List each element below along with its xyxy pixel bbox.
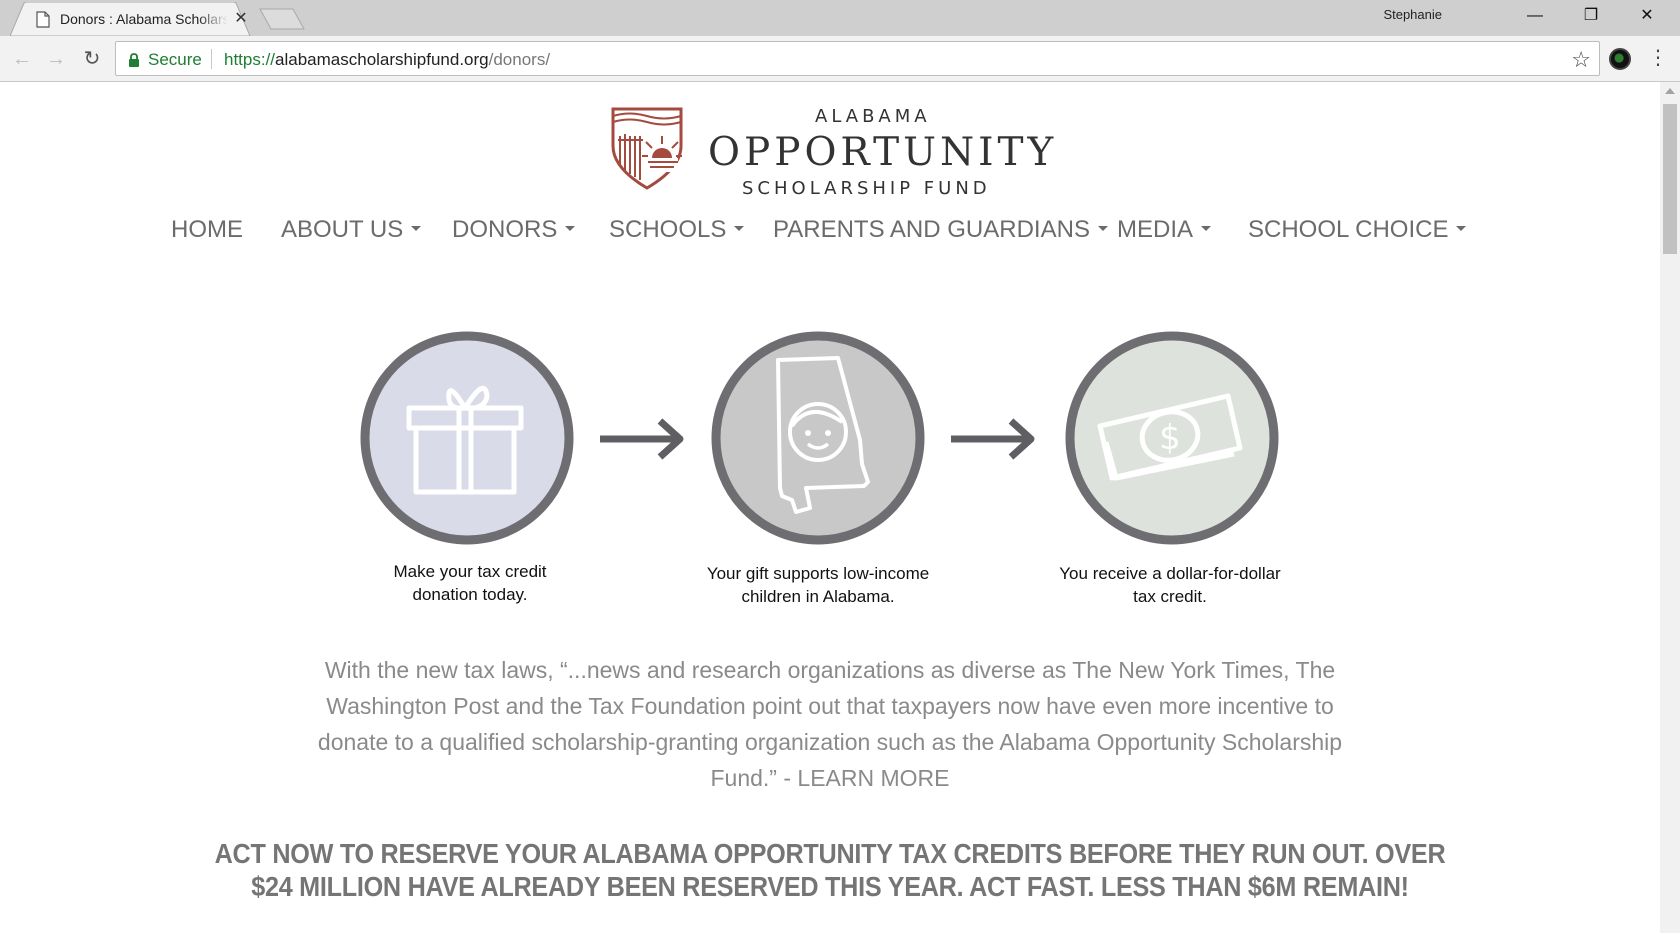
caret-down-icon	[1456, 226, 1467, 232]
menu-dots-icon[interactable]: ⋮	[1648, 45, 1668, 70]
address-bar[interactable]: Secure https://alabamascholarshipfund.or…	[115, 41, 1600, 76]
tab-close-icon[interactable]: ✕	[232, 10, 250, 28]
caret-down-icon	[565, 226, 576, 232]
new-tab-button[interactable]	[259, 8, 305, 30]
nav-item-school-choice[interactable]: SCHOOL CHOICE	[1248, 216, 1467, 244]
logo-text-scholarship-fund: SCHOLARSHIP FUND	[742, 178, 991, 199]
page-scrollbar[interactable]	[1660, 82, 1680, 933]
profile-name[interactable]: Stephanie	[1383, 7, 1442, 22]
nav-item-parents-and-guardians[interactable]: PARENTS AND GUARDIANS	[773, 216, 1108, 244]
window-close-icon[interactable]: ✕	[1619, 0, 1675, 32]
nav-item-label: HOME	[171, 216, 243, 243]
page-icon	[36, 11, 50, 28]
omnibox-divider	[211, 49, 212, 69]
site-logo[interactable]: ALABAMA OPPORTUNITY SCHOLARSHIP FUND	[610, 106, 1053, 201]
nav-item-label: SCHOOLS	[609, 216, 727, 243]
minimize-icon[interactable]: —	[1507, 0, 1563, 32]
nav-item-label: ABOUT US	[281, 216, 404, 243]
caption-line: Make your tax credit	[393, 562, 547, 581]
extension-icon[interactable]	[1609, 48, 1631, 70]
step-caption: Your gift supports low-income children i…	[688, 562, 948, 608]
learn-more-link[interactable]: LEARN MORE	[797, 765, 949, 791]
url-host: alabamascholarshipfund.org	[275, 50, 489, 69]
shield-logo-icon	[611, 107, 683, 190]
nav-item-label: MEDIA	[1117, 216, 1194, 243]
lock-icon	[129, 53, 139, 67]
scroll-thumb[interactable]	[1663, 104, 1677, 254]
money-icon: $	[1065, 331, 1279, 545]
back-icon[interactable]: ←	[8, 45, 36, 73]
caption-line: donation today.	[412, 585, 528, 604]
scroll-up-icon[interactable]	[1665, 88, 1675, 94]
nav-item-schools[interactable]: SCHOOLS	[609, 216, 745, 244]
logo-text-alabama: ALABAMA	[815, 106, 931, 127]
caret-down-icon	[411, 226, 422, 232]
tab-title: Donors : Alabama Scholarship Fund	[60, 11, 228, 27]
browser-tab[interactable]: Donors : Alabama Scholarship Fund ✕	[10, 2, 260, 36]
browser-toolbar: ← → ↻ Secure https://alabamascholarshipf…	[0, 36, 1680, 82]
nav-item-home[interactable]: HOME	[171, 216, 243, 244]
caption-line: children in Alabama.	[741, 587, 895, 606]
svg-text:$: $	[1159, 418, 1181, 458]
call-to-action-heading: ACT NOW TO RESERVE YOUR ALABAMA OPPORTUN…	[214, 838, 1446, 902]
nav-item-label: DONORS	[452, 216, 558, 243]
step-caption: You receive a dollar-for-dollar tax cred…	[1040, 562, 1300, 608]
logo-text-opportunity: OPPORTUNITY	[708, 130, 1058, 175]
web-page: ALABAMA OPPORTUNITY SCHOLARSHIP FUND HOM…	[0, 82, 1660, 933]
reload-icon[interactable]: ↻	[78, 45, 106, 73]
caption-line: Your gift supports low-income	[706, 564, 930, 583]
bookmark-star-icon[interactable]: ☆	[1571, 47, 1591, 73]
arrow-right-icon	[600, 418, 684, 460]
url-text[interactable]: https://alabamascholarshipfund.org/donor…	[224, 50, 550, 70]
arrow-right-icon	[951, 418, 1035, 460]
restore-icon[interactable]: ❐	[1563, 0, 1619, 32]
alabama-child-icon	[711, 331, 925, 545]
secure-label: Secure	[148, 50, 202, 69]
main-navigation: HOME ABOUT US DONORS SCHOOLS PARENTS AND…	[0, 216, 1660, 256]
tax-law-paragraph: With the new tax laws, “...news and rese…	[290, 652, 1370, 796]
caret-down-icon	[1201, 226, 1212, 232]
caption-line: You receive a dollar-for-dollar	[1059, 564, 1281, 583]
caret-down-icon	[1097, 226, 1108, 232]
caption-line: tax credit.	[1133, 587, 1207, 606]
forward-icon[interactable]: →	[42, 45, 70, 73]
nav-item-about-us[interactable]: ABOUT US	[281, 216, 422, 244]
nav-item-label: PARENTS AND GUARDIANS	[773, 216, 1090, 243]
step-caption: Make your tax credit donation today.	[370, 560, 570, 606]
nav-item-label: SCHOOL CHOICE	[1248, 216, 1449, 243]
browser-titlebar: Donors : Alabama Scholarship Fund ✕ Step…	[0, 0, 1680, 36]
url-scheme: https://	[224, 50, 276, 69]
nav-item-media[interactable]: MEDIA	[1117, 216, 1212, 244]
nav-item-donors[interactable]: DONORS	[452, 216, 576, 244]
url-path: /donors/	[488, 50, 551, 69]
caret-down-icon	[734, 226, 745, 232]
gift-icon	[360, 331, 574, 545]
